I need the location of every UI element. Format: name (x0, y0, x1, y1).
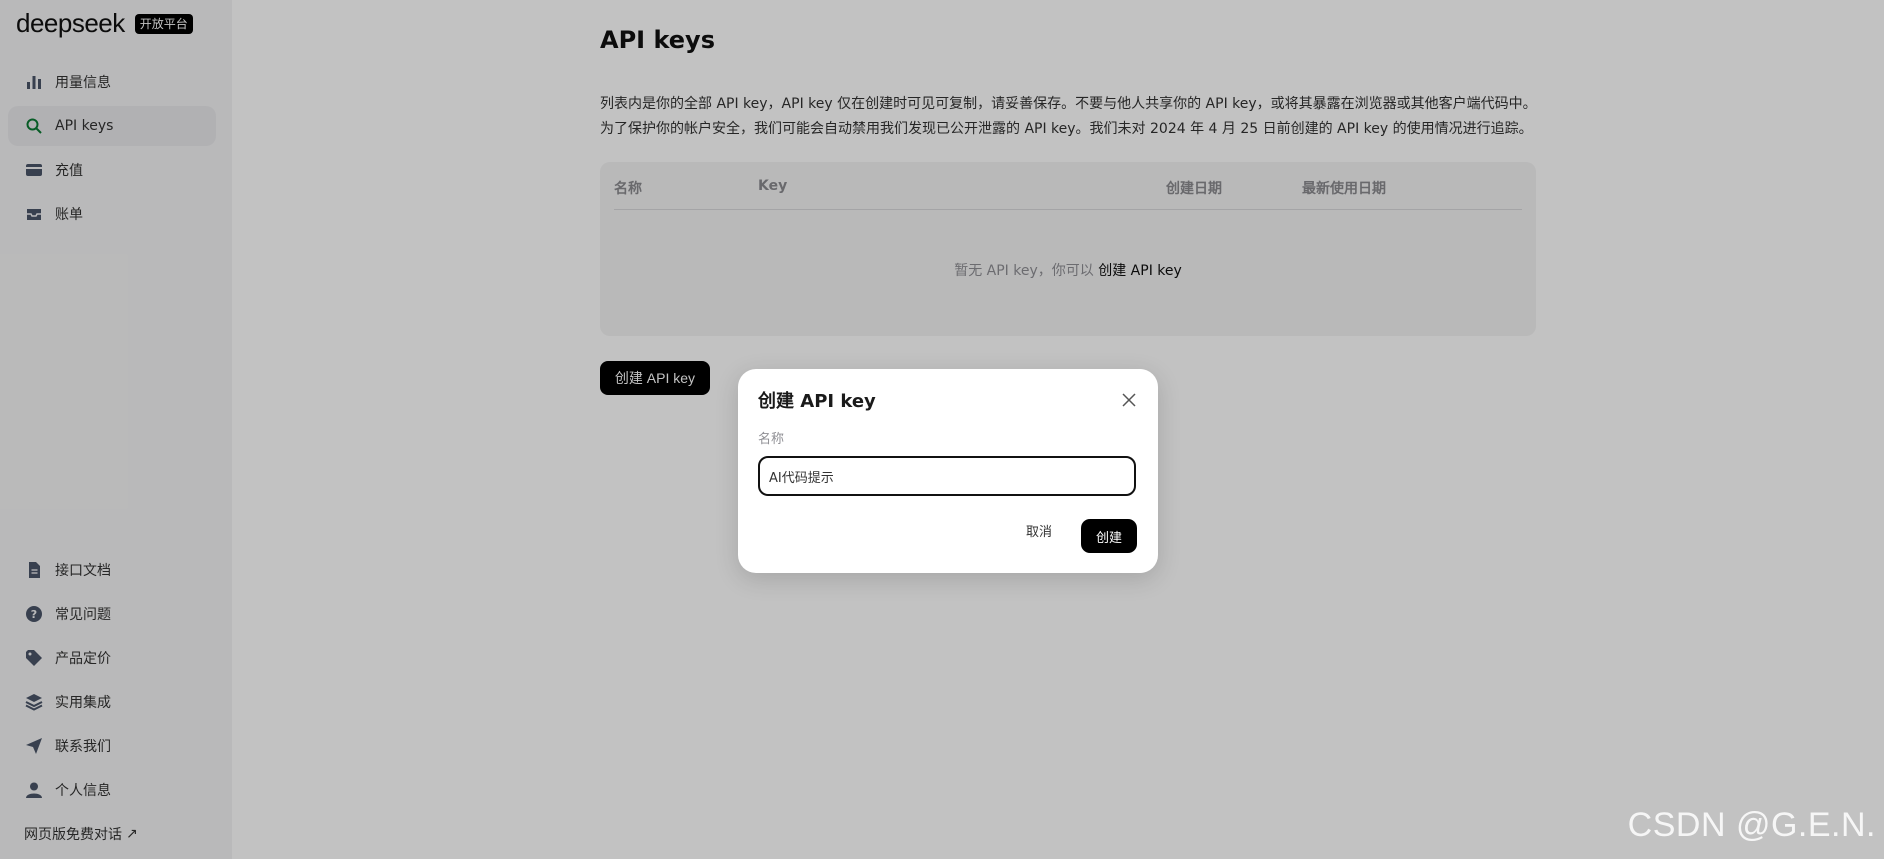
close-icon[interactable] (1122, 393, 1136, 407)
watermark: CSDN @G.E.N. (1627, 806, 1876, 844)
name-input[interactable] (758, 456, 1136, 496)
cancel-button[interactable]: 取消 (1026, 521, 1052, 540)
name-field-label: 名称 (758, 432, 785, 447)
create-api-key-dialog: 创建 API key 名称 取消 创建 (738, 369, 1158, 573)
confirm-create-button[interactable]: 创建 (1081, 519, 1137, 553)
dialog-title: 创建 API key (758, 391, 876, 412)
